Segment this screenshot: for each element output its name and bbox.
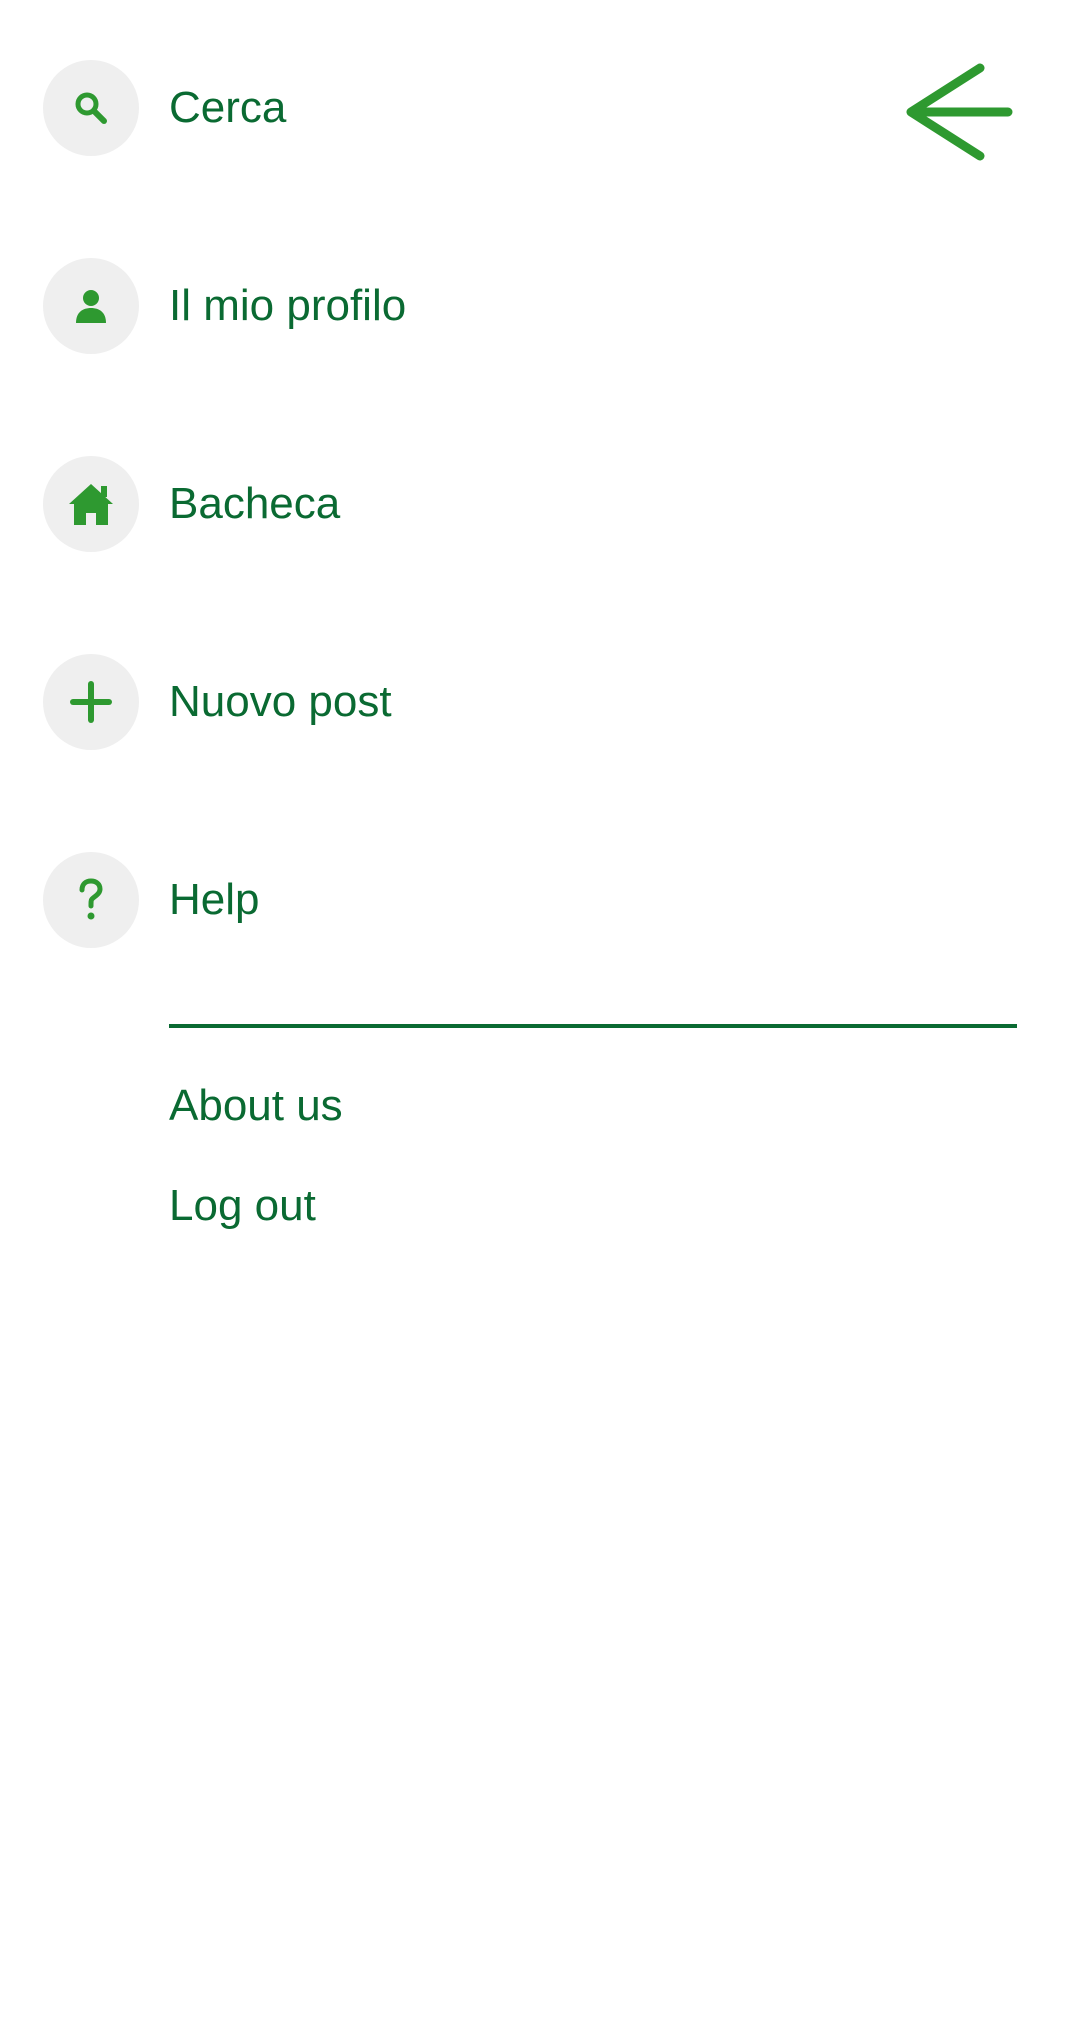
menu-item-label: Nuovo post [169, 677, 392, 726]
person-icon-circle [43, 258, 139, 354]
menu-item-help[interactable]: Help [43, 852, 260, 948]
about-us-link[interactable]: About us [169, 1084, 343, 1128]
plus-icon [70, 681, 112, 723]
home-icon [69, 484, 113, 525]
menu-item-label: Cerca [169, 83, 287, 132]
menu-item-search[interactable]: Cerca [43, 60, 286, 156]
home-icon-circle [43, 456, 139, 552]
plus-icon-circle [43, 654, 139, 750]
menu-item-home[interactable]: Bacheca [43, 456, 340, 552]
arrow-left-icon [906, 63, 1013, 161]
menu-divider [169, 1024, 1017, 1028]
menu-item-label: Il mio profilo [169, 281, 407, 330]
back-button[interactable] [905, 60, 1015, 165]
log-out-link[interactable]: Log out [169, 1184, 316, 1228]
question-icon-circle [43, 852, 139, 948]
search-icon [75, 92, 107, 124]
navigation-drawer: Cerca Il mio profilo Bacheca Nuovo post [0, 0, 1090, 2019]
menu-item-label: Bacheca [169, 479, 341, 528]
person-icon [76, 290, 106, 323]
menu-item-new-post[interactable]: Nuovo post [43, 654, 392, 750]
search-icon-circle [43, 60, 139, 156]
menu-item-label: Help [169, 875, 260, 924]
menu-item-profile[interactable]: Il mio profilo [43, 258, 406, 354]
question-icon [79, 878, 103, 920]
